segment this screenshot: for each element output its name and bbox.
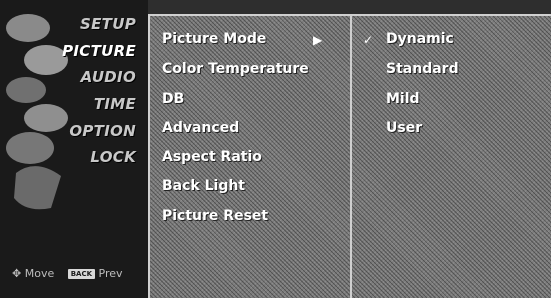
category-time[interactable]: TIME xyxy=(94,95,136,113)
menu-item-picture-reset[interactable]: Picture Reset xyxy=(162,208,268,224)
category-lock[interactable]: LOCK xyxy=(90,148,136,166)
menu-item-color-temperature[interactable]: Color Temperature xyxy=(162,61,309,77)
checkmark-icon: ✓ xyxy=(363,33,374,47)
picture-menu-panel: Picture Mode ▶ Color Temperature DB Adva… xyxy=(148,14,350,298)
category-setup[interactable]: SETUP xyxy=(80,15,136,33)
option-dynamic[interactable]: Dynamic xyxy=(386,31,454,47)
move-icon: ✥ xyxy=(12,267,22,280)
footer-hints: ✥ Move BACK Prev xyxy=(12,267,123,280)
picture-mode-submenu: ✓ Dynamic Standard Mild User xyxy=(350,14,551,298)
menu-item-picture-mode[interactable]: Picture Mode xyxy=(162,31,266,47)
option-user[interactable]: User xyxy=(386,120,422,136)
menu-item-back-light[interactable]: Back Light xyxy=(162,178,245,194)
tv-menu-screen: SETUP PICTURE AUDIO TIME OPTION LOCK ✥ M… xyxy=(0,0,551,298)
category-artwork xyxy=(6,14,68,210)
category-panel: SETUP PICTURE AUDIO TIME OPTION LOCK ✥ M… xyxy=(0,0,148,298)
menu-item-aspect-ratio[interactable]: Aspect Ratio xyxy=(162,149,262,165)
category-option[interactable]: OPTION xyxy=(69,122,136,140)
category-picture[interactable]: PICTURE xyxy=(62,42,136,60)
menu-item-advanced[interactable]: Advanced xyxy=(162,120,239,136)
prev-label: Prev xyxy=(98,267,123,280)
option-standard[interactable]: Standard xyxy=(386,61,459,77)
submenu-arrow-icon: ▶ xyxy=(313,33,323,47)
menu-item-db[interactable]: DB xyxy=(162,91,184,107)
category-audio[interactable]: AUDIO xyxy=(81,68,136,86)
move-label: Move xyxy=(24,267,55,280)
back-key-icon: BACK xyxy=(67,269,96,279)
option-mild[interactable]: Mild xyxy=(386,91,420,107)
